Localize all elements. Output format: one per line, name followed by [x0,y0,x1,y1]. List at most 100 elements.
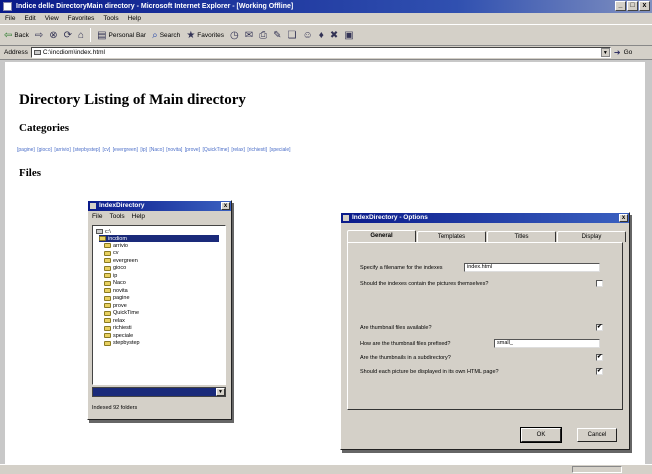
close-icon[interactable]: x [221,202,230,210]
thumbnails-available-checkbox[interactable]: ✔ [596,324,603,331]
index-menu-file[interactable]: File [92,211,102,222]
home-icon: ⌂ [78,29,85,41]
related-icon: ♦ [318,29,324,41]
tree-selected-folder[interactable]: incdiom [99,235,219,242]
forward-button[interactable]: ⇨ [35,30,43,41]
folder-icon [104,318,111,324]
history-icon: ◷ [230,29,239,41]
contain-pictures-checkbox[interactable] [596,280,603,287]
tree-folder[interactable]: pagine [104,295,222,303]
category-link[interactable]: [ip] [140,147,147,153]
personal-bar-button[interactable]: ▤ Personal Bar [97,30,146,41]
edit-button[interactable]: ✎ [273,30,281,41]
category-link[interactable]: [novita] [166,147,182,153]
app-window-icon [343,215,349,221]
category-link[interactable]: [richiesti] [247,147,267,153]
category-link[interactable]: [speciale] [269,147,290,153]
drive-combo[interactable]: ▼ [92,387,226,397]
index-menu-tools[interactable]: Tools [109,211,124,222]
files-heading: Files [19,167,41,179]
close-icon[interactable]: x [619,214,628,222]
folder-icon [104,265,111,271]
menu-view[interactable]: View [45,13,59,24]
tree-root[interactable]: c:\ [96,228,222,235]
messenger-button[interactable]: ☺ [303,30,313,41]
close-page-button[interactable]: ✖ [330,30,338,41]
tab-general[interactable]: General [347,230,416,242]
back-button[interactable]: ⇦ Back [4,30,29,41]
menu-tools[interactable]: Tools [103,13,118,24]
tree-folder[interactable]: prove [104,302,222,310]
mail-button[interactable]: ✉ [245,30,253,41]
menu-favorites[interactable]: Favorites [68,13,95,24]
menu-bar: File Edit View Favorites Tools Help [0,13,652,24]
maximize-button[interactable]: □ [627,1,638,11]
tree-folder[interactable]: speciale [104,332,222,340]
category-link[interactable]: [prove] [185,147,200,153]
back-arrow-icon: ⇦ [4,29,13,41]
print-button[interactable]: ⎙ [259,30,267,41]
address-dropdown-icon[interactable]: ▼ [600,48,610,57]
stop-button[interactable]: ⊗ [49,30,57,41]
window-button[interactable]: ▣ [344,30,353,41]
tree-folder[interactable]: evergreen [104,257,222,265]
tree-folder[interactable]: gioco [104,265,222,273]
category-link[interactable]: [QuickTime] [202,147,228,153]
refresh-icon: ⟳ [63,29,73,41]
menu-file[interactable]: File [5,13,15,24]
search-button[interactable]: ⌕ Search [152,30,180,41]
tab-display[interactable]: Display [557,231,626,242]
refresh-button[interactable]: ⟳ [64,30,72,41]
category-link[interactable]: [arrivio] [54,147,70,153]
tree-folder[interactable]: cv [104,250,222,258]
tree-folder[interactable]: arrivio [104,242,222,250]
tree-folder[interactable]: relax [104,317,222,325]
page-icon [33,50,41,55]
open-folder-icon [99,236,106,241]
chevron-down-icon[interactable]: ▼ [216,388,225,396]
favorites-button[interactable]: ★ Favorites [186,30,224,41]
index-status: Indexed 92 folders [92,405,138,411]
ok-button[interactable]: OK [520,427,562,443]
address-label: Address [4,49,28,56]
page-title: Directory Listing of Main directory [19,92,246,108]
category-link[interactable]: [pagine] [17,147,35,153]
folder-tree[interactable]: c:\ incdiom arrivio cv evergreen gioco i… [92,225,226,385]
filename-input[interactable]: index.html [464,263,600,272]
index-menu-help[interactable]: Help [132,211,145,222]
go-label[interactable]: Go [624,49,633,56]
own-page-checkbox[interactable]: ✔ [596,368,603,375]
related-button[interactable]: ♦ [319,30,324,41]
go-arrow-icon[interactable]: ➜ [614,48,621,57]
category-link[interactable]: [cv] [102,147,110,153]
category-link[interactable]: [relax] [231,147,245,153]
tree-folder[interactable]: QuickTime [104,310,222,318]
tree-folder[interactable]: stepbystep [104,340,222,348]
thumb-subdir-checkbox[interactable]: ✔ [596,354,603,361]
address-input[interactable]: C:\incdiom\index.html ▼ [30,47,611,58]
category-links: [pagine] [gioco] [arrivio] [stepbystep] … [17,147,292,153]
general-panel: Specify a filename for the indexes index… [347,242,623,410]
category-link[interactable]: [stepbystep] [73,147,100,153]
tab-templates[interactable]: Templates [417,231,486,242]
options-title: IndexDirectory - Options [352,214,428,221]
folder-icon [104,310,111,316]
category-link[interactable]: [Naco] [149,147,163,153]
tree-folder[interactable]: Naco [104,280,222,288]
menu-help[interactable]: Help [128,13,141,24]
menu-edit[interactable]: Edit [24,13,35,24]
discuss-button[interactable]: ❏ [288,30,297,41]
tree-folder[interactable]: richiesti [104,325,222,333]
cancel-button[interactable]: Cancel [577,428,617,442]
history-button[interactable]: ◷ [230,30,239,41]
close-button[interactable]: x [639,1,650,11]
tab-titles[interactable]: Titles [487,231,556,242]
personal-bar-label: Personal Bar [108,31,147,39]
minimize-button[interactable]: _ [615,1,626,11]
thumb-prefix-input[interactable]: small_ [494,339,600,348]
home-button[interactable]: ⌂ [78,30,84,41]
tree-folder[interactable]: novita [104,287,222,295]
category-link[interactable]: [gioco] [37,147,52,153]
category-link[interactable]: [evergreen] [113,147,138,153]
tree-folder[interactable]: ip [104,272,222,280]
